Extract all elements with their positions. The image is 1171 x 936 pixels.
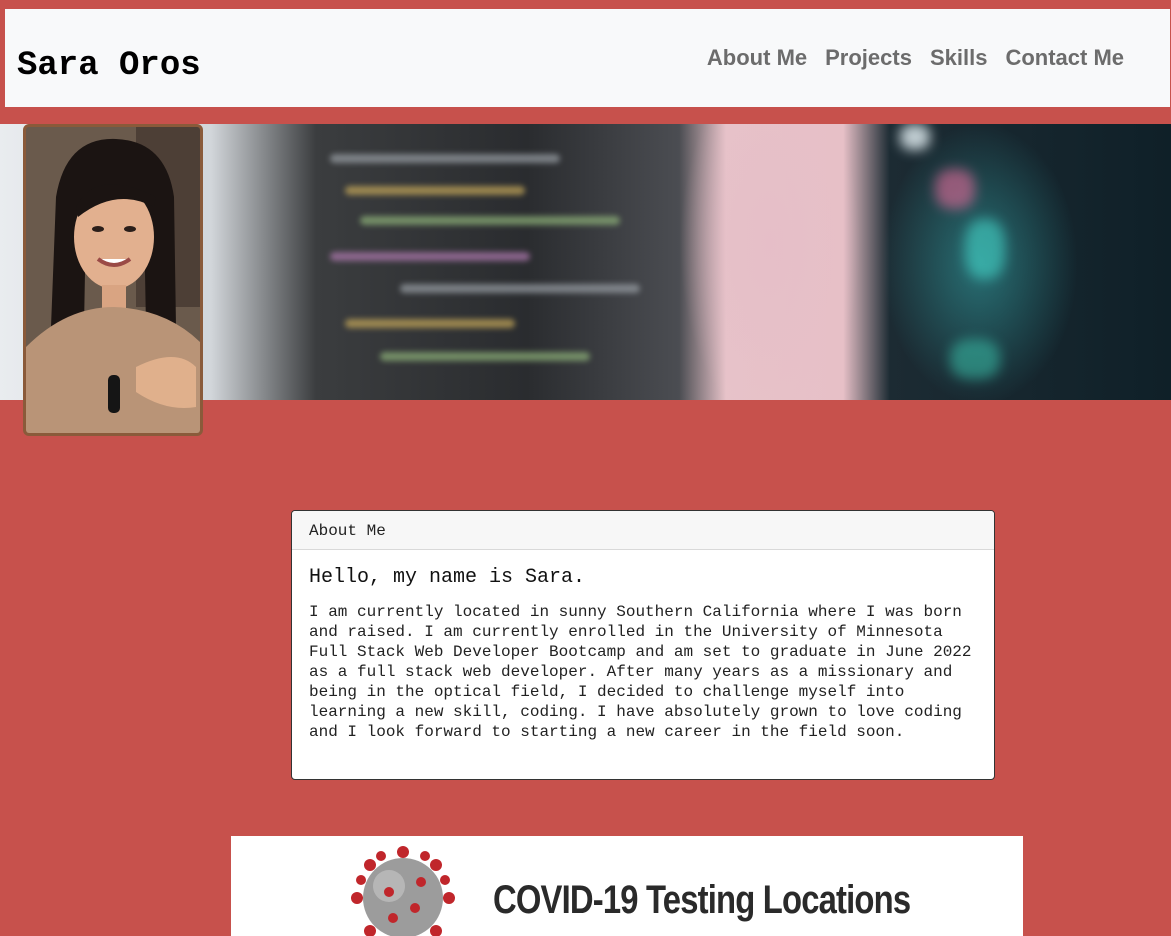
coronavirus-icon [351, 846, 455, 936]
project-title: COVID-19 Testing Locations [493, 878, 911, 922]
profile-photo [23, 124, 203, 436]
about-me-card-body: Hello, my name is Sara. I am currently l… [292, 550, 994, 742]
nav-link-projects[interactable]: Projects [825, 43, 912, 73]
nav-links: About Me Projects Skills Contact Me [707, 43, 1124, 73]
navbar: Sara Oros About Me Projects Skills Conta… [5, 9, 1170, 107]
nav-link-skills[interactable]: Skills [930, 43, 987, 73]
about-me-card: About Me Hello, my name is Sara. I am cu… [291, 510, 995, 780]
about-me-greeting: Hello, my name is Sara. [309, 566, 586, 589]
nav-link-about-me[interactable]: About Me [707, 43, 807, 73]
brand-name[interactable]: Sara Oros [17, 47, 201, 85]
about-me-description: I am currently located in sunny Southern… [309, 603, 972, 741]
about-me-card-header: About Me [292, 511, 994, 550]
nav-link-contact-me[interactable]: Contact Me [1005, 43, 1124, 73]
avatar-illustration [26, 127, 200, 433]
project-covid-testing[interactable]: COVID-19 Testing Locations [231, 836, 1023, 936]
